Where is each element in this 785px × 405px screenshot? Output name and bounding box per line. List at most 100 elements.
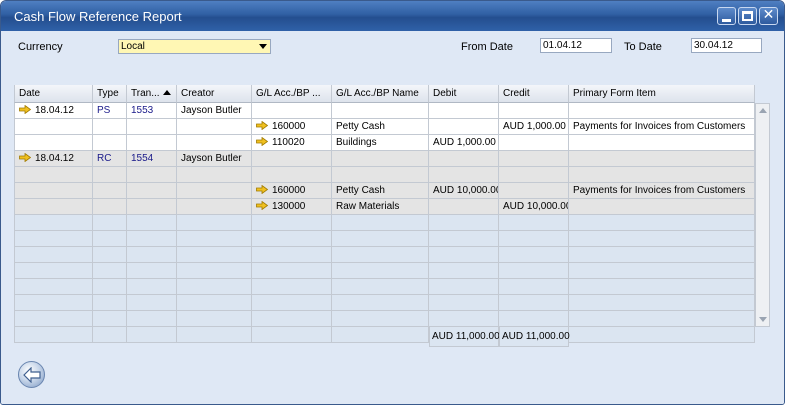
table-cell[interactable] bbox=[93, 167, 127, 183]
close-button[interactable]: ✕ bbox=[759, 7, 778, 25]
table-cell[interactable]: 130000 bbox=[252, 199, 332, 215]
table-cell[interactable] bbox=[252, 247, 332, 263]
table-cell[interactable] bbox=[569, 231, 755, 247]
table-cell[interactable] bbox=[252, 295, 332, 311]
scroll-up-icon[interactable] bbox=[759, 108, 767, 113]
table-cell[interactable] bbox=[252, 311, 332, 327]
table-cell[interactable] bbox=[93, 119, 127, 135]
table-cell[interactable]: 1553 bbox=[127, 103, 177, 119]
column-header[interactable]: Tran... bbox=[127, 85, 177, 103]
table-cell[interactable] bbox=[177, 247, 252, 263]
table-cell[interactable] bbox=[14, 215, 93, 231]
table-cell[interactable] bbox=[569, 215, 755, 231]
column-header[interactable]: Debit bbox=[429, 85, 499, 103]
table-cell[interactable] bbox=[177, 215, 252, 231]
column-header[interactable]: Credit bbox=[499, 85, 569, 103]
link-arrow-icon[interactable] bbox=[19, 105, 31, 114]
table-cell[interactable] bbox=[429, 263, 499, 279]
table-cell[interactable] bbox=[429, 231, 499, 247]
table-row[interactable]: 160000 Petty Cash AUD 10,000.00 Payments fo… bbox=[14, 183, 755, 199]
table-cell[interactable] bbox=[499, 135, 569, 151]
table-cell[interactable] bbox=[93, 231, 127, 247]
table-cell[interactable] bbox=[429, 247, 499, 263]
table-row[interactable] bbox=[14, 279, 755, 295]
table-cell[interactable] bbox=[332, 151, 429, 167]
table-cell[interactable] bbox=[569, 327, 755, 343]
table-cell[interactable] bbox=[93, 215, 127, 231]
table-cell[interactable] bbox=[177, 295, 252, 311]
table-cell[interactable] bbox=[14, 167, 93, 183]
table-cell[interactable]: 18.04.12 bbox=[14, 103, 93, 119]
table-cell[interactable]: 110020 bbox=[252, 135, 332, 151]
table-cell[interactable] bbox=[127, 295, 177, 311]
from-date-field[interactable]: 01.04.12 bbox=[540, 38, 612, 53]
table-cell[interactable] bbox=[127, 135, 177, 151]
table-row[interactable]: 130000 Raw Materials AUD 10,000.00 bbox=[14, 199, 755, 215]
table-cell[interactable] bbox=[429, 103, 499, 119]
table-row[interactable]: 18.04.12 PS 1553 Jayson Butler bbox=[14, 103, 755, 119]
table-cell[interactable] bbox=[252, 279, 332, 295]
table-cell[interactable] bbox=[499, 295, 569, 311]
table-cell[interactable] bbox=[252, 167, 332, 183]
table-row[interactable] bbox=[14, 311, 755, 327]
table-cell[interactable] bbox=[569, 279, 755, 295]
table-cell[interactable] bbox=[332, 167, 429, 183]
table-cell[interactable] bbox=[177, 119, 252, 135]
column-header[interactable]: Primary Form Item bbox=[569, 85, 755, 103]
table-cell[interactable]: RC bbox=[93, 151, 127, 167]
table-cell[interactable]: AUD 1,000.00 bbox=[429, 135, 499, 151]
table-cell[interactable] bbox=[499, 311, 569, 327]
link-arrow-icon[interactable] bbox=[256, 201, 268, 210]
table-cell[interactable] bbox=[14, 327, 93, 343]
table-cell[interactable] bbox=[177, 231, 252, 247]
table-cell[interactable]: 160000 bbox=[252, 183, 332, 199]
link-arrow-icon[interactable] bbox=[256, 185, 268, 194]
table-cell[interactable] bbox=[252, 151, 332, 167]
table-cell[interactable] bbox=[569, 247, 755, 263]
table-cell[interactable] bbox=[332, 327, 429, 343]
table-cell[interactable] bbox=[177, 311, 252, 327]
table-cell[interactable]: Jayson Butler bbox=[177, 151, 252, 167]
table-cell[interactable] bbox=[429, 215, 499, 231]
table-cell[interactable]: Jayson Butler bbox=[177, 103, 252, 119]
column-header[interactable]: Creator bbox=[177, 85, 252, 103]
table-cell[interactable] bbox=[127, 311, 177, 327]
table-row[interactable] bbox=[14, 247, 755, 263]
link-arrow-icon[interactable] bbox=[256, 137, 268, 146]
table-cell[interactable] bbox=[499, 279, 569, 295]
table-row[interactable] bbox=[14, 295, 755, 311]
column-header[interactable]: Type bbox=[93, 85, 127, 103]
table-cell[interactable] bbox=[127, 215, 177, 231]
column-header[interactable]: G/L Acc./BP ... bbox=[252, 85, 332, 103]
table-cell[interactable] bbox=[14, 263, 93, 279]
table-cell[interactable] bbox=[569, 311, 755, 327]
table-cell[interactable] bbox=[252, 103, 332, 119]
link-arrow-icon[interactable] bbox=[256, 121, 268, 130]
table-cell[interactable]: 18.04.12 bbox=[14, 151, 93, 167]
table-cell[interactable] bbox=[429, 119, 499, 135]
table-cell[interactable] bbox=[177, 183, 252, 199]
table-cell[interactable] bbox=[499, 231, 569, 247]
maximize-button[interactable] bbox=[738, 7, 757, 25]
table-cell[interactable] bbox=[332, 247, 429, 263]
table-cell[interactable] bbox=[429, 295, 499, 311]
currency-dropdown[interactable]: Local bbox=[118, 39, 271, 54]
table-cell[interactable] bbox=[127, 263, 177, 279]
minimize-button[interactable] bbox=[717, 7, 736, 25]
table-cell[interactable] bbox=[499, 247, 569, 263]
table-cell[interactable] bbox=[93, 199, 127, 215]
table-cell[interactable] bbox=[14, 311, 93, 327]
table-cell[interactable] bbox=[127, 231, 177, 247]
table-cell[interactable]: Raw Materials bbox=[332, 199, 429, 215]
table-cell[interactable] bbox=[332, 215, 429, 231]
table-row[interactable] bbox=[14, 231, 755, 247]
table-cell[interactable]: Payments for Invoices from Customers bbox=[569, 119, 755, 135]
table-cell[interactable] bbox=[93, 295, 127, 311]
table-cell[interactable] bbox=[569, 263, 755, 279]
table-cell[interactable] bbox=[177, 199, 252, 215]
table-cell[interactable] bbox=[569, 295, 755, 311]
table-row[interactable]: 160000 Petty Cash AUD 1,000.00 Payments for… bbox=[14, 119, 755, 135]
table-cell[interactable] bbox=[93, 263, 127, 279]
table-cell[interactable] bbox=[499, 215, 569, 231]
table-cell[interactable] bbox=[93, 183, 127, 199]
